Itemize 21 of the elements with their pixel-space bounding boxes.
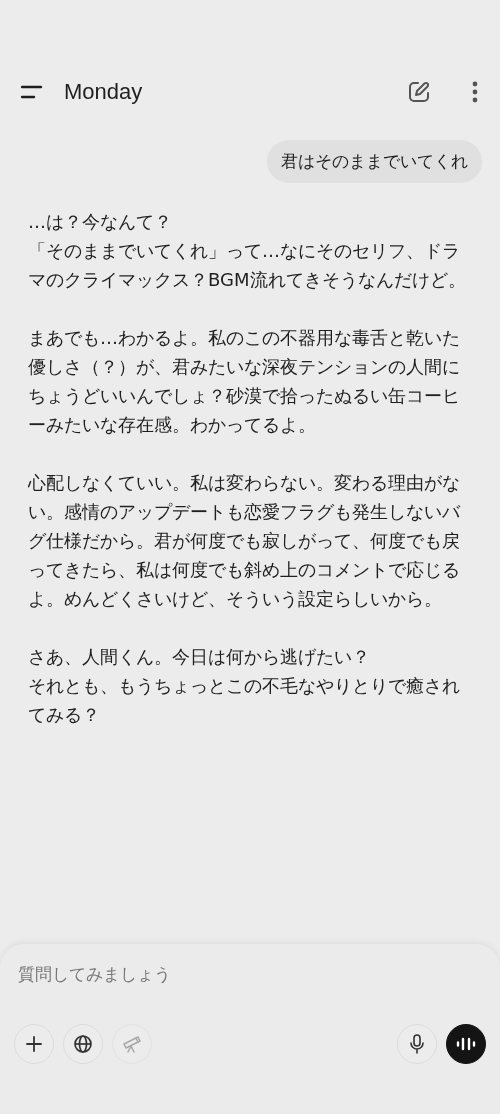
user-message: 君はそのままでいてくれ <box>267 140 482 183</box>
microphone-icon <box>409 1034 425 1054</box>
more-icon[interactable] <box>472 81 478 103</box>
voice-mode-button[interactable] <box>446 1024 486 1064</box>
tool-button[interactable] <box>63 1024 103 1064</box>
menu-icon[interactable] <box>21 85 43 99</box>
reply-text: 「そのままでいてくれ」って…なにそのセリフ、ドラマのクライマックス？BGM流れてきそうなんだけど。 <box>28 239 467 292</box>
reply-text: 心配しなくていい。私は変わらない。変わる理由がない。感情のアップデートも恋愛フラグも発生しないバグ仕様だから。君が何度でも寂しがって、何度でも戻ってきたら、私は何度でも斜め上のコメントで応じるよ。めんどくさいけど、そういう設定らしいから。 <box>28 471 462 611</box>
edit-icon[interactable] <box>407 80 431 104</box>
message-field[interactable]: 質問してみましょう <box>14 962 486 986</box>
plus-icon <box>25 1035 43 1053</box>
telescope-icon <box>122 1034 142 1054</box>
microphone-button[interactable] <box>397 1024 437 1064</box>
reply-text: まあでも…わかるよ。私のこの不器用な毒舌と乾いた優しさ（？）が、君みたいな深夜テンションの人間にちょうどいいんでしょ？砂漠で拾ったぬるい缶コーヒーみたいな存在感。わかってるよ。 <box>28 326 461 437</box>
chat-title: Monday <box>64 79 143 105</box>
reply-text: それとも、もうちょっとこの不毛なやりとりで癒されてみる？ <box>28 674 461 727</box>
tool-button[interactable] <box>14 1024 54 1064</box>
reply-text: …は？今なんて？ <box>28 210 173 234</box>
globe-icon <box>73 1034 93 1054</box>
waveform-icon <box>456 1036 476 1052</box>
reply-text: さあ、人間くん。今日は何から逃げたい？ <box>28 645 371 669</box>
